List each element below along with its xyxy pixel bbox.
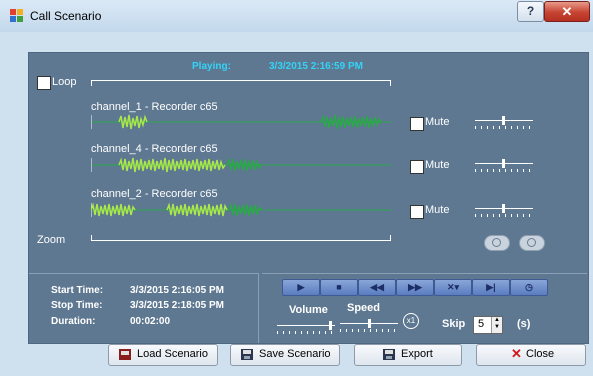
load-icon	[119, 349, 131, 360]
speed-slider[interactable]	[340, 319, 398, 333]
close-button[interactable]: ✕ Close	[476, 344, 586, 366]
stop-time-value: 3/3/2015 2:18:05 PM	[130, 300, 224, 311]
rewind-button[interactable]: ◀◀	[358, 279, 396, 296]
stop-button[interactable]: ■	[320, 279, 358, 296]
call-info-box: Start Time: 3/3/2015 2:16:05 PM Stop Tim…	[29, 273, 259, 343]
channel-1-label: channel_1 - Recorder c65	[91, 101, 218, 113]
window-close-button[interactable]: ✕	[544, 1, 590, 22]
skip-unit-label: (s)	[517, 318, 531, 330]
load-scenario-label: Load Scenario	[137, 348, 208, 360]
loop-label: Loop	[52, 76, 77, 88]
waveform-area: Playing: 3/3/2015 2:16:59 PM Loop channe…	[29, 53, 588, 271]
export-label: Export	[401, 348, 433, 360]
channel-2-label: channel_2 - Recorder c65	[91, 188, 218, 200]
skip-value: 5	[478, 318, 485, 330]
zoom-in-icon	[492, 238, 501, 247]
channel-4-label: channel_4 - Recorder c65	[91, 143, 218, 155]
close-label: Close	[526, 348, 555, 360]
save-scenario-label: Save Scenario	[259, 348, 331, 360]
channel-2-waveform[interactable]	[91, 201, 391, 219]
channel-1-mute-checkbox[interactable]	[410, 117, 424, 131]
channel-1-volume-slider[interactable]	[475, 116, 533, 130]
title-bar: Call Scenario ? ✕	[0, 0, 593, 32]
volume-label: Volume	[289, 304, 328, 316]
duration-label: Duration:	[51, 316, 96, 327]
window-title: Call Scenario	[30, 9, 102, 23]
channel-2-mute-label: Mute	[425, 204, 450, 216]
timeline-bottom-bracket[interactable]	[91, 235, 391, 241]
save-scenario-button[interactable]: Save Scenario	[230, 344, 340, 366]
channel-4-mute-label: Mute	[425, 159, 450, 171]
help-button[interactable]: ?	[517, 1, 544, 22]
duration-value: 00:02:00	[130, 316, 171, 327]
playing-label: Playing:	[192, 61, 231, 72]
start-time-label: Start Time:	[51, 285, 104, 296]
channel-4-mute-checkbox[interactable]	[410, 160, 424, 174]
zoom-label: Zoom	[37, 234, 66, 246]
stop-time-label: Stop Time:	[51, 300, 103, 311]
zoom-out-button[interactable]	[519, 235, 545, 251]
skip-stepper[interactable]: 5 ▲ ▼	[473, 316, 503, 334]
app-icon	[10, 9, 24, 23]
clock-button[interactable]: ◷	[510, 279, 548, 296]
channel-1-waveform[interactable]	[91, 113, 391, 131]
channel-2-volume-slider[interactable]	[475, 204, 533, 218]
play-button[interactable]: ▶	[282, 279, 320, 296]
timeline-top-bracket[interactable]	[91, 80, 391, 86]
speed-badge: x1	[403, 313, 419, 329]
channel-2-mute-checkbox[interactable]	[410, 205, 424, 219]
export-icon	[383, 349, 395, 360]
skip-spin-icon[interactable]: ▲ ▼	[491, 317, 502, 333]
close-x-icon: ✕	[511, 346, 522, 361]
speed-label: Speed	[347, 302, 381, 314]
channel-4-waveform[interactable]	[91, 156, 391, 174]
start-time-value: 3/3/2015 2:16:05 PM	[130, 285, 224, 296]
playback-controls: ▶ ■ ◀◀ ▶▶ ✕▾ ▶| ◷ Volume Speed x1 Skip 5…	[262, 273, 587, 343]
load-scenario-button[interactable]: Load Scenario	[108, 344, 218, 366]
master-volume-slider[interactable]	[277, 321, 335, 335]
channel-1-mute-label: Mute	[425, 116, 450, 128]
jump-to-end-button[interactable]: ▶|	[472, 279, 510, 296]
save-icon	[241, 349, 253, 360]
zoom-in-button[interactable]	[484, 235, 510, 251]
playing-time: 3/3/2015 2:16:59 PM	[269, 61, 363, 72]
fast-forward-button[interactable]: ▶▶	[396, 279, 434, 296]
export-button[interactable]: Export	[354, 344, 462, 366]
channel-4-volume-slider[interactable]	[475, 159, 533, 173]
skip-options-button[interactable]: ✕▾	[434, 279, 472, 296]
skip-label: Skip	[442, 318, 466, 330]
player-panel: Playing: 3/3/2015 2:16:59 PM Loop channe…	[28, 52, 589, 344]
zoom-out-icon	[527, 238, 536, 247]
loop-checkbox[interactable]	[37, 76, 51, 90]
